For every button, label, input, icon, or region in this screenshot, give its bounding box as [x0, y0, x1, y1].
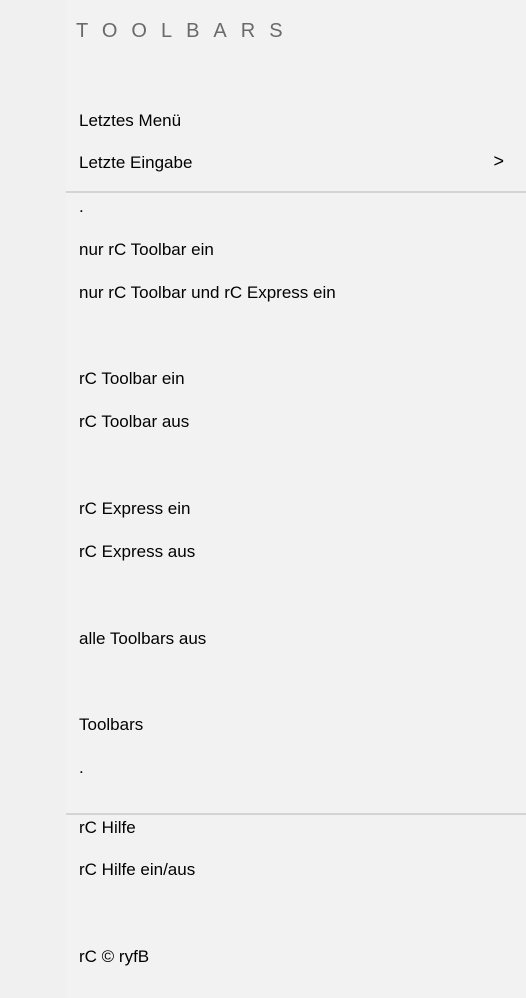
- menu-item-toolbars[interactable]: Toolbars: [66, 705, 526, 749]
- menu-item-label: rC Hilfe: [79, 818, 136, 837]
- menu-item-nur-rc-toolbar-und-rc-express-ein[interactable]: nur rC Toolbar und rC Express ein: [66, 273, 526, 317]
- menu-item-nur-rc-toolbar-ein[interactable]: nur rC Toolbar ein: [66, 230, 526, 274]
- chevron-right-icon: >: [493, 151, 504, 171]
- menu-item-rc-hilfe-ein-aus[interactable]: rC Hilfe ein/aus: [66, 850, 526, 894]
- menu-item-label: .: [79, 758, 84, 777]
- menu-item-label: alle Toolbars aus: [79, 629, 207, 648]
- menu-item-label: nur rC Toolbar ein: [79, 240, 214, 259]
- menu-item-label: .: [79, 197, 84, 216]
- menu-item-label: rC Hilfe ein/aus: [79, 860, 196, 879]
- menu-item-letzte-eingabe[interactable]: Letzte Eingabe >: [66, 143, 526, 187]
- menu-item-alle-toolbars-aus[interactable]: alle Toolbars aus: [66, 619, 526, 663]
- menu-item-rc-express-ein[interactable]: rC Express ein: [66, 489, 526, 533]
- menu-item-rc-toolbar-aus[interactable]: rC Toolbar aus: [66, 402, 526, 446]
- menu-item-label: nur rC Toolbar und rC Express ein: [79, 283, 336, 302]
- menu-item-label: Letztes Menü: [79, 111, 182, 130]
- menu-item-letztes-menue[interactable]: Letztes Menü: [66, 101, 526, 145]
- menu-item-label: rC Toolbar ein: [79, 369, 185, 388]
- menu-item-rc-toolbar-ein[interactable]: rC Toolbar ein: [66, 359, 526, 403]
- menu-item-label: Letzte Eingabe: [79, 153, 193, 172]
- menu-item-label: rC Toolbar aus: [79, 412, 190, 431]
- menu-item-rc-express-aus[interactable]: rC Express aus: [66, 532, 526, 576]
- menu-icon-gutter: [0, 0, 66, 998]
- menu-item-label: rC Express aus: [79, 542, 196, 561]
- menu-title: TOOLBARS: [76, 20, 297, 42]
- menu-item-label: Toolbars: [79, 715, 144, 734]
- menu-item-dot[interactable]: .: [66, 748, 526, 792]
- menu-item-rc-hilfe[interactable]: rC Hilfe: [66, 808, 526, 852]
- menu-item-label: rC © ryfB: [79, 947, 150, 966]
- menu-item-rc-copyright-ryfb[interactable]: rC © ryfB: [66, 937, 526, 981]
- toolbars-context-menu: TOOLBARS Letztes Menü Letzte Eingabe > .…: [66, 0, 526, 998]
- menu-item-dot[interactable]: .: [66, 187, 526, 231]
- menu-item-label: rC Express ein: [79, 499, 191, 518]
